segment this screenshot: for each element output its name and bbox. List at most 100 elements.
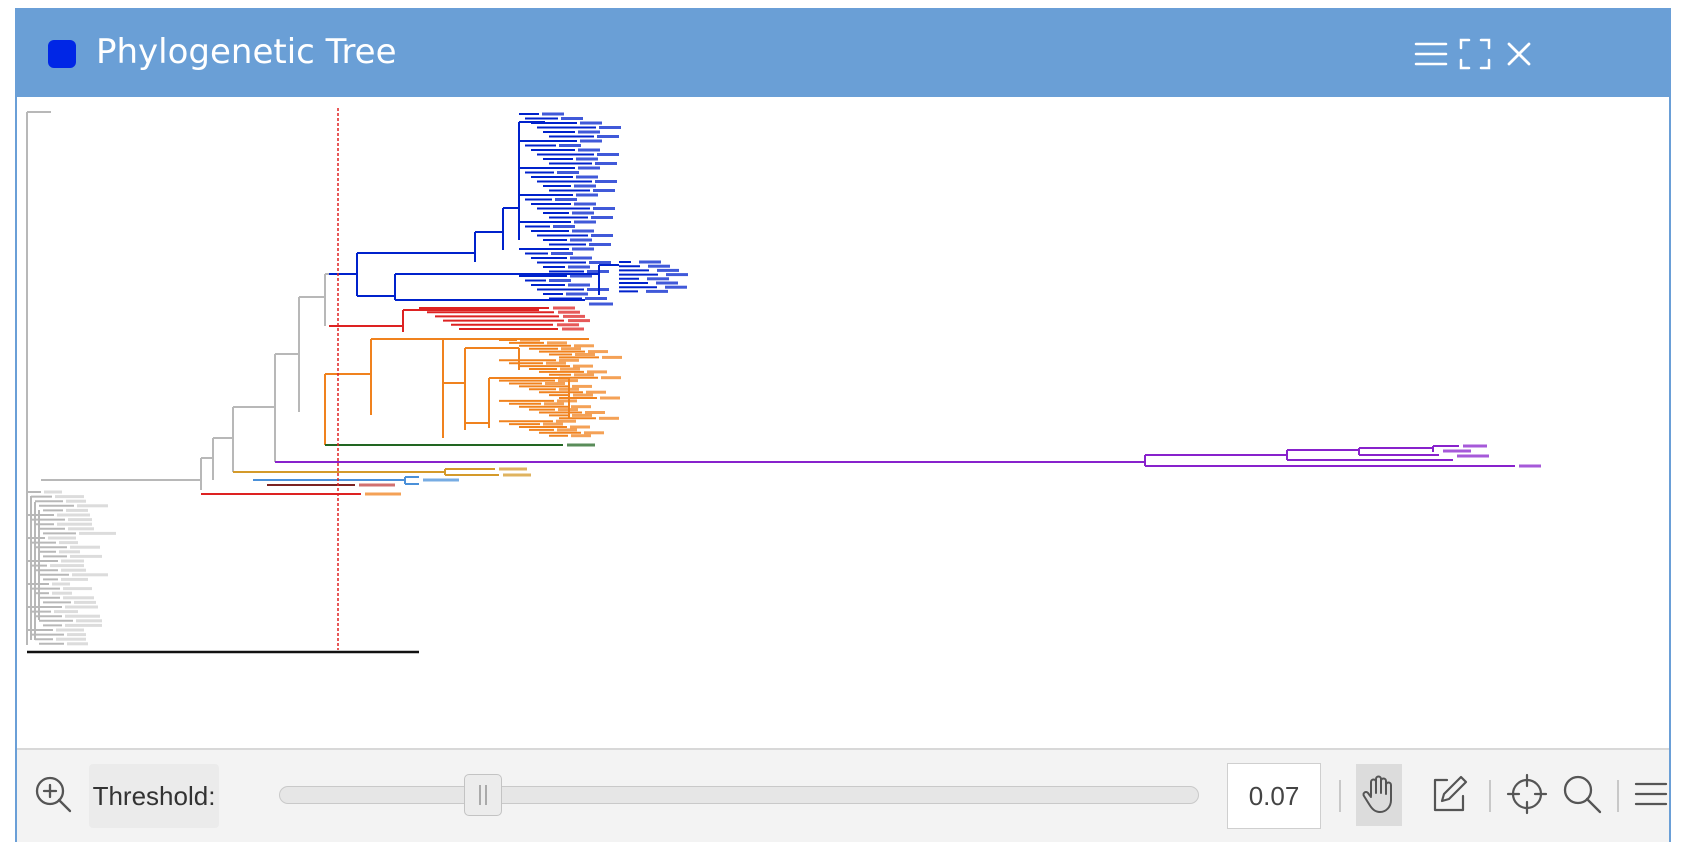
blue-leaf-label xyxy=(572,247,594,251)
hand-pan-icon[interactable] xyxy=(1357,772,1401,816)
blue-leaf-label xyxy=(570,256,592,260)
orange-leaf-label xyxy=(573,364,593,368)
edit-icon[interactable] xyxy=(1427,772,1471,816)
menu-icon[interactable] xyxy=(1633,772,1677,816)
purple-clade-branch xyxy=(275,445,1459,466)
gray-leaf-label xyxy=(70,554,102,558)
blue-leaf-label xyxy=(587,288,609,291)
gray-leaf-label xyxy=(68,518,92,522)
gray-leaf-label xyxy=(59,550,80,554)
blue-leaf-label xyxy=(646,289,668,293)
blue-leaf-label xyxy=(597,135,619,138)
orange-leaf-label xyxy=(520,338,540,342)
blue-leaf-label xyxy=(568,265,590,269)
orange-leaf-label xyxy=(558,379,578,383)
blue-leaf-label xyxy=(551,252,573,255)
phylogenetic-tree-plot[interactable] xyxy=(19,100,1669,756)
gray-leaf-label xyxy=(44,490,62,494)
close-icon[interactable] xyxy=(1501,36,1537,72)
toolbar-separator xyxy=(1617,780,1619,812)
crosshair-icon[interactable] xyxy=(1505,772,1549,816)
threshold-slider-track[interactable] xyxy=(279,786,1199,804)
tree-canvas[interactable] xyxy=(19,100,1669,756)
orange-leaf-label xyxy=(572,413,592,417)
blue-leaf-label xyxy=(587,270,609,273)
red-leaf-label xyxy=(568,319,590,323)
blue-leaf-label xyxy=(589,261,611,264)
blue-leaf-label xyxy=(549,279,571,282)
orange-leaf-label xyxy=(600,396,620,400)
orange-leaf-label xyxy=(599,416,619,420)
fullscreen-icon[interactable] xyxy=(1457,36,1493,72)
red-leaf-label xyxy=(563,314,585,318)
orange-leaf-label xyxy=(573,393,593,397)
gold-leaf-label xyxy=(503,473,531,477)
title-bar: Phylogenetic Tree xyxy=(17,10,1669,97)
blue-leaf-label xyxy=(656,281,678,285)
gold-leaf-label xyxy=(499,467,527,471)
blue-leaf-label xyxy=(576,193,598,197)
green-leaf-label xyxy=(567,443,595,447)
gray-leaf-label xyxy=(66,508,88,512)
zoom-in-icon[interactable] xyxy=(31,772,75,816)
orange-leaf-label xyxy=(588,350,608,354)
red-leaf-label xyxy=(562,327,584,331)
blue-leaf-label xyxy=(589,243,611,246)
gray-leaf-label xyxy=(59,541,78,545)
blue-leaf-label xyxy=(572,229,594,233)
gray-leaf-label xyxy=(76,619,102,623)
blue-leaf-label xyxy=(570,238,592,242)
blue-leaf-label xyxy=(593,189,615,192)
gray-leaf-label xyxy=(55,495,84,499)
blue-leaf-label xyxy=(665,285,687,289)
blue-leaf-label xyxy=(574,184,596,188)
orange-leaf-label xyxy=(571,405,591,409)
orange-leaf-label xyxy=(559,387,579,391)
lightblue-leaf-label xyxy=(423,478,459,482)
orange-leaf-label xyxy=(602,355,622,359)
gray-leaf-label xyxy=(54,610,78,614)
blue-leaf-label xyxy=(578,130,600,134)
blue-leaf-label xyxy=(553,225,575,228)
blue-leaf-label xyxy=(591,234,613,237)
gray-leaf-label xyxy=(63,596,94,600)
gray-leaf-label xyxy=(72,573,108,577)
gold-leaf-branch xyxy=(233,468,499,476)
orange-leaf-label xyxy=(544,402,564,406)
blue-leaf-label xyxy=(657,268,679,272)
gray-leaf-label xyxy=(65,623,102,627)
blue-leaf-label xyxy=(585,297,607,300)
red-leaf-label xyxy=(553,306,575,310)
lightblue-leaf-branch xyxy=(253,476,419,485)
blue-leaf-label xyxy=(589,302,613,306)
blue-leaf-label xyxy=(580,139,602,143)
orange-leaf-label xyxy=(587,370,607,374)
purple-leaf-label xyxy=(1463,444,1487,448)
gray-leaf-label xyxy=(70,545,100,549)
orange-leaf-label xyxy=(365,492,401,496)
threshold-slider-thumb[interactable] xyxy=(464,774,502,816)
orange-leaf-label xyxy=(543,422,563,426)
orange-leaf-label xyxy=(561,347,581,351)
gray-leaf-label xyxy=(56,637,86,641)
gray-leaf-label xyxy=(77,504,108,508)
blue-leaf-label xyxy=(647,277,669,281)
gray-leaf-label xyxy=(65,614,100,618)
blue-leaf-label xyxy=(570,274,592,278)
orange-leaf-label xyxy=(557,428,577,432)
gray-leaf-label xyxy=(67,633,86,637)
orange-leaf-label xyxy=(556,419,576,423)
gray-leaf-label xyxy=(61,559,84,563)
gray-leaf-label xyxy=(67,642,88,646)
red-leaf-label xyxy=(557,323,579,327)
orange-leaf-label xyxy=(575,353,595,356)
blue-leaf-label xyxy=(666,273,688,277)
menu-icon[interactable] xyxy=(1413,36,1449,72)
threshold-value-input[interactable]: 0.07 xyxy=(1227,763,1321,829)
blue-leaf-label xyxy=(568,283,590,287)
blue-leaf-label xyxy=(572,211,594,215)
tree-branches-colored xyxy=(201,113,1515,495)
blue-leaf-label xyxy=(597,153,619,156)
gray-leaf-label xyxy=(52,591,72,595)
search-icon[interactable] xyxy=(1560,772,1604,816)
